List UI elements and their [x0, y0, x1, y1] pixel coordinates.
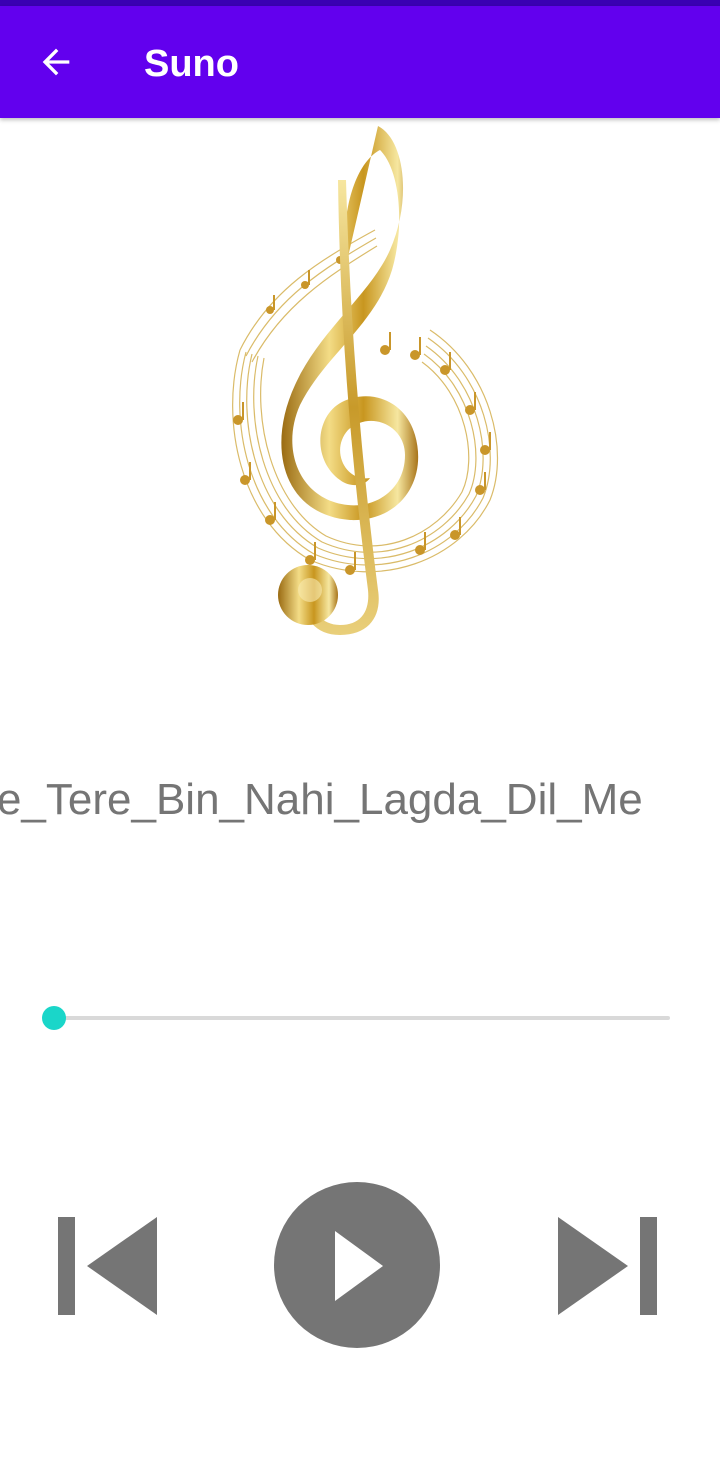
app-title: Suno — [144, 43, 239, 85]
seek-track — [54, 1016, 670, 1020]
previous-button[interactable] — [50, 1205, 165, 1325]
skip-next-icon — [558, 1217, 657, 1315]
arrow-back-icon — [42, 48, 70, 76]
album-artwork — [200, 120, 520, 645]
play-icon — [335, 1231, 383, 1301]
song-title-text: ube_Tere_Bin_Nahi_Lagda_Dil_Me — [0, 775, 643, 824]
treble-clef-gold-artwork — [232, 126, 499, 635]
skip-previous-icon — [58, 1217, 157, 1315]
next-button[interactable] — [550, 1205, 665, 1325]
app-bar: Suno — [0, 6, 720, 118]
seek-thumb[interactable] — [42, 1006, 66, 1030]
back-button[interactable] — [26, 32, 86, 92]
seek-bar[interactable] — [40, 1000, 680, 1036]
play-button[interactable] — [274, 1182, 440, 1348]
song-title: ube_Tere_Bin_Nahi_Lagda_Dil_Me — [0, 770, 720, 830]
